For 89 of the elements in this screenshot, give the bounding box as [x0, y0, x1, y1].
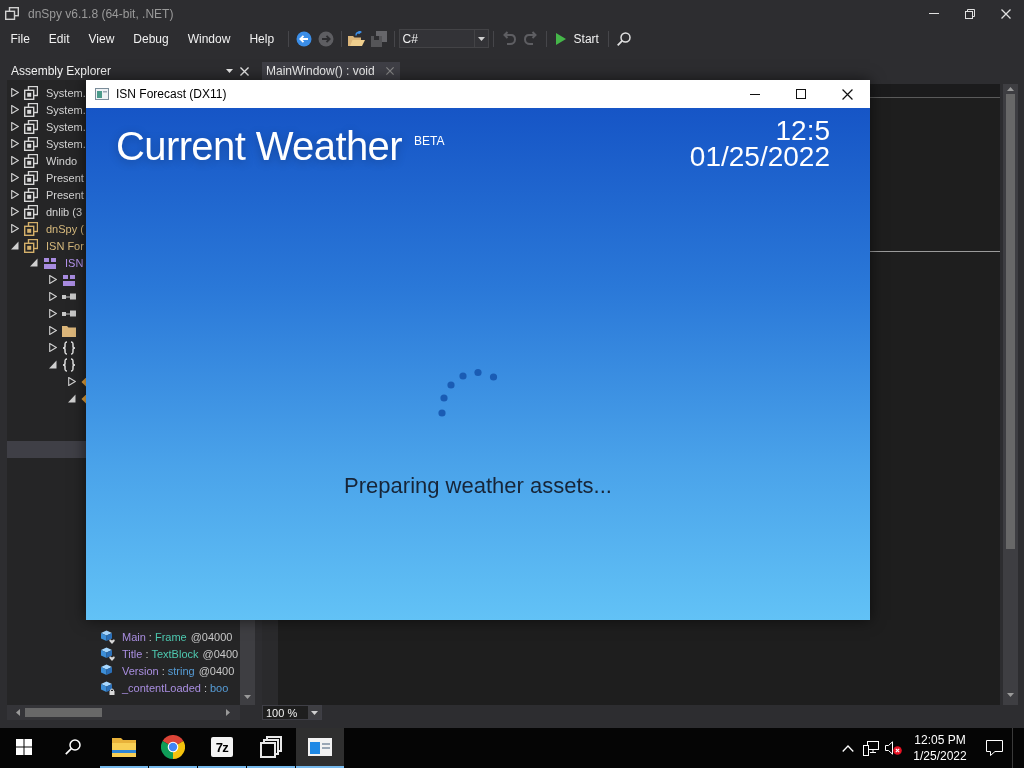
tree-item[interactable]: System.: [46, 103, 86, 116]
menu-item[interactable]: Debug: [123, 28, 179, 49]
clock-button[interactable]: 12:05 PM 1/25/2022: [904, 728, 976, 768]
menu-item[interactable]: File: [1, 28, 40, 49]
caret-icon[interactable]: [11, 139, 19, 148]
caret-icon[interactable]: [11, 156, 19, 165]
dropdown-caret-icon[interactable]: [226, 69, 233, 73]
document-tab[interactable]: MainWindow() : void: [262, 62, 400, 80]
tree-item[interactable]: Present: [46, 188, 84, 201]
scroll-left-arrow-icon[interactable]: [16, 709, 20, 716]
caret-icon[interactable]: [49, 275, 57, 284]
caret-icon[interactable]: [11, 105, 19, 114]
tree-item[interactable]: System.: [46, 120, 86, 133]
vertical-scrollbar[interactable]: [240, 620, 255, 705]
caret-icon[interactable]: [11, 88, 19, 97]
windows-logo-icon: [16, 739, 32, 755]
caret-icon[interactable]: [11, 122, 19, 131]
stacked-squares-icon: [5, 7, 19, 20]
member-label[interactable]: Title : TextBlock @0400: [122, 647, 239, 660]
open-folder-icon[interactable]: [348, 31, 366, 46]
beta-label: BETA: [413, 134, 445, 148]
panel-title: Assembly Explorer: [11, 64, 112, 78]
date-text: 01/25/2022: [689, 144, 830, 170]
caret-icon: [311, 710, 318, 715]
tree-item[interactable]: System.: [46, 137, 86, 150]
scroll-down-arrow-icon[interactable]: [244, 695, 251, 699]
app-window-icon: [308, 738, 332, 756]
restore-icon[interactable]: [965, 8, 975, 19]
horizontal-scrollbar[interactable]: [7, 705, 240, 720]
scrollbar-thumb[interactable]: [1006, 94, 1015, 549]
tree-item[interactable]: System.: [46, 86, 86, 99]
archive-logo: 7z: [211, 737, 233, 757]
caret-icon[interactable]: [49, 360, 57, 369]
window-title: ISN Forecast (DX11): [116, 87, 227, 101]
caret-icon[interactable]: [68, 394, 76, 403]
window-app-icon: [95, 88, 109, 100]
close-icon[interactable]: [841, 88, 853, 100]
member-label[interactable]: Main : Frame @04000: [122, 630, 233, 643]
language-dropdown[interactable]: C#: [398, 29, 489, 48]
caret-icon[interactable]: [68, 377, 76, 386]
caret-icon[interactable]: [49, 309, 57, 318]
play-icon: [555, 32, 566, 45]
loading-spinner-icon: [438, 368, 498, 418]
member-label[interactable]: Version : string @0400: [122, 664, 235, 677]
caret-icon[interactable]: [49, 292, 57, 301]
caret-icon: [477, 36, 485, 41]
caret-icon[interactable]: [49, 343, 57, 352]
folder-icon: [112, 737, 136, 757]
caret-icon[interactable]: [11, 207, 19, 216]
caret-icon[interactable]: [11, 173, 19, 182]
scroll-up-arrow-icon[interactable]: [1007, 87, 1014, 91]
caret-icon[interactable]: [11, 224, 19, 233]
menu-item[interactable]: Window: [178, 28, 240, 49]
tree-item[interactable]: ISN: [65, 256, 84, 269]
scroll-down-arrow-icon[interactable]: [1007, 693, 1014, 697]
tree-item[interactable]: ISN For: [46, 239, 84, 252]
minimize-icon[interactable]: [750, 93, 760, 95]
caret-icon[interactable]: [30, 258, 38, 267]
chevron-up-icon[interactable]: [842, 744, 854, 752]
tree-item[interactable]: Windo: [46, 154, 78, 167]
zoom-dropdown[interactable]: 100 %: [262, 705, 322, 720]
search-icon[interactable]: [616, 31, 631, 46]
taskbar-app-button[interactable]: 7z: [198, 728, 246, 768]
search-icon: [65, 739, 81, 755]
caret-icon[interactable]: [11, 190, 19, 199]
menu-item[interactable]: View: [79, 28, 124, 49]
tree-item[interactable]: Present: [46, 171, 84, 184]
member-label[interactable]: _contentLoaded : boo: [122, 681, 229, 694]
stacked-squares-icon: [260, 736, 282, 758]
network-icon[interactable]: [863, 740, 879, 756]
taskbar-app-button[interactable]: [296, 728, 344, 768]
loading-status-text: Preparing weather assets...: [344, 473, 612, 499]
scroll-right-arrow-icon[interactable]: [226, 709, 230, 716]
browser-icon: [161, 735, 185, 759]
page-heading: Current Weather: [116, 124, 402, 168]
scrollbar-thumb[interactable]: [25, 708, 102, 717]
speaker-icon[interactable]: [884, 741, 902, 755]
start-button[interactable]: Start: [550, 28, 604, 49]
vertical-scrollbar[interactable]: [1003, 84, 1018, 705]
notification-icon[interactable]: [985, 740, 1003, 756]
maximize-icon[interactable]: [796, 89, 806, 99]
menu-item[interactable]: Edit: [39, 28, 80, 49]
caret-icon[interactable]: [49, 326, 57, 335]
menu-item[interactable]: Help: [239, 28, 284, 49]
caret-icon[interactable]: [11, 241, 19, 250]
tree-item[interactable]: dnlib (3: [46, 205, 83, 218]
window-title: dnSpy v6.1.8 (64-bit, .NET): [28, 6, 174, 21]
tree-item[interactable]: dnSpy (: [46, 222, 84, 235]
time-text: 12:5: [775, 118, 830, 144]
